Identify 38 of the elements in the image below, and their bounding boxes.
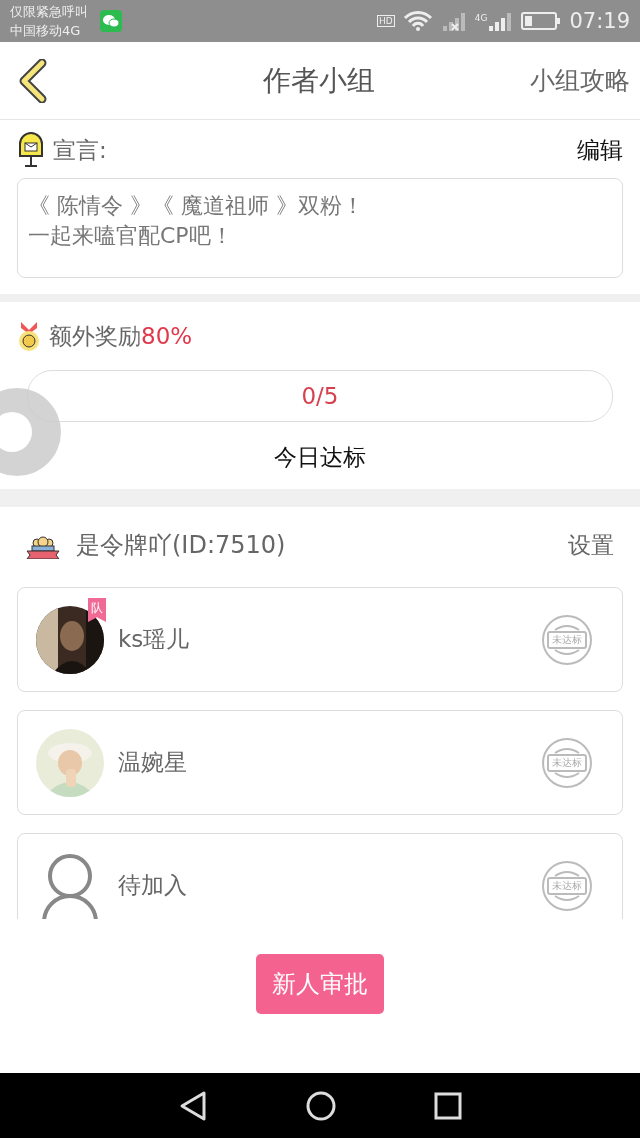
member-name: ks瑶儿 (118, 625, 190, 654)
chat-app-icon (100, 10, 122, 32)
medal-icon (17, 320, 41, 352)
back-button[interactable] (18, 58, 48, 103)
clock: 07:19 (569, 9, 630, 33)
member-name: 待加入 (118, 871, 187, 900)
member-card[interactable]: 队 ks瑶儿 未达标 (17, 587, 623, 692)
network-type: 4G (474, 13, 488, 23)
member-card[interactable]: 温婉星 未达标 (17, 710, 623, 815)
signal-icon (487, 10, 514, 32)
carrier-name: 中国移动4G (10, 22, 82, 40)
stamp-label: 未达标 (547, 753, 587, 772)
progress-count: 0/5 (301, 383, 339, 409)
wifi-icon (402, 10, 433, 32)
member-card[interactable]: 待加入 未达标 (17, 833, 623, 919)
mailbox-icon (17, 132, 45, 168)
guide-link[interactable]: 小组攻略 (530, 64, 630, 97)
daily-goal-label: 今日达标 (273, 443, 367, 472)
settings-button[interactable]: 设置 (568, 529, 614, 561)
team-name: 是令牌吖(ID:7510) (76, 530, 286, 561)
edit-button[interactable]: 编辑 (577, 134, 623, 166)
stamp-label: 未达标 (547, 630, 587, 649)
captain-badge: 队 (88, 598, 106, 622)
hd-indicator: HD (377, 15, 395, 27)
slogan-line: 《 陈情令 》《 魔道祖师 》双粉！ (28, 192, 365, 220)
status-notice: 仅限紧急呼叫 (10, 3, 88, 21)
slogan-label: 宣言: (53, 135, 107, 165)
page-title: 作者小组 (262, 62, 376, 99)
battery-icon (521, 11, 562, 31)
slogan-line: 一起来嗑官配CP吧！ (28, 222, 234, 250)
back-nav-icon[interactable] (178, 1089, 209, 1122)
recents-nav-icon[interactable] (433, 1091, 462, 1120)
stamp-label: 未达标 (547, 876, 587, 895)
home-nav-icon[interactable] (305, 1089, 337, 1122)
signal-icon (440, 10, 467, 32)
reward-label: 额外奖励80% (49, 321, 193, 351)
member-name: 温婉星 (118, 748, 187, 777)
approve-button[interactable]: 新人审批 (256, 953, 384, 1014)
